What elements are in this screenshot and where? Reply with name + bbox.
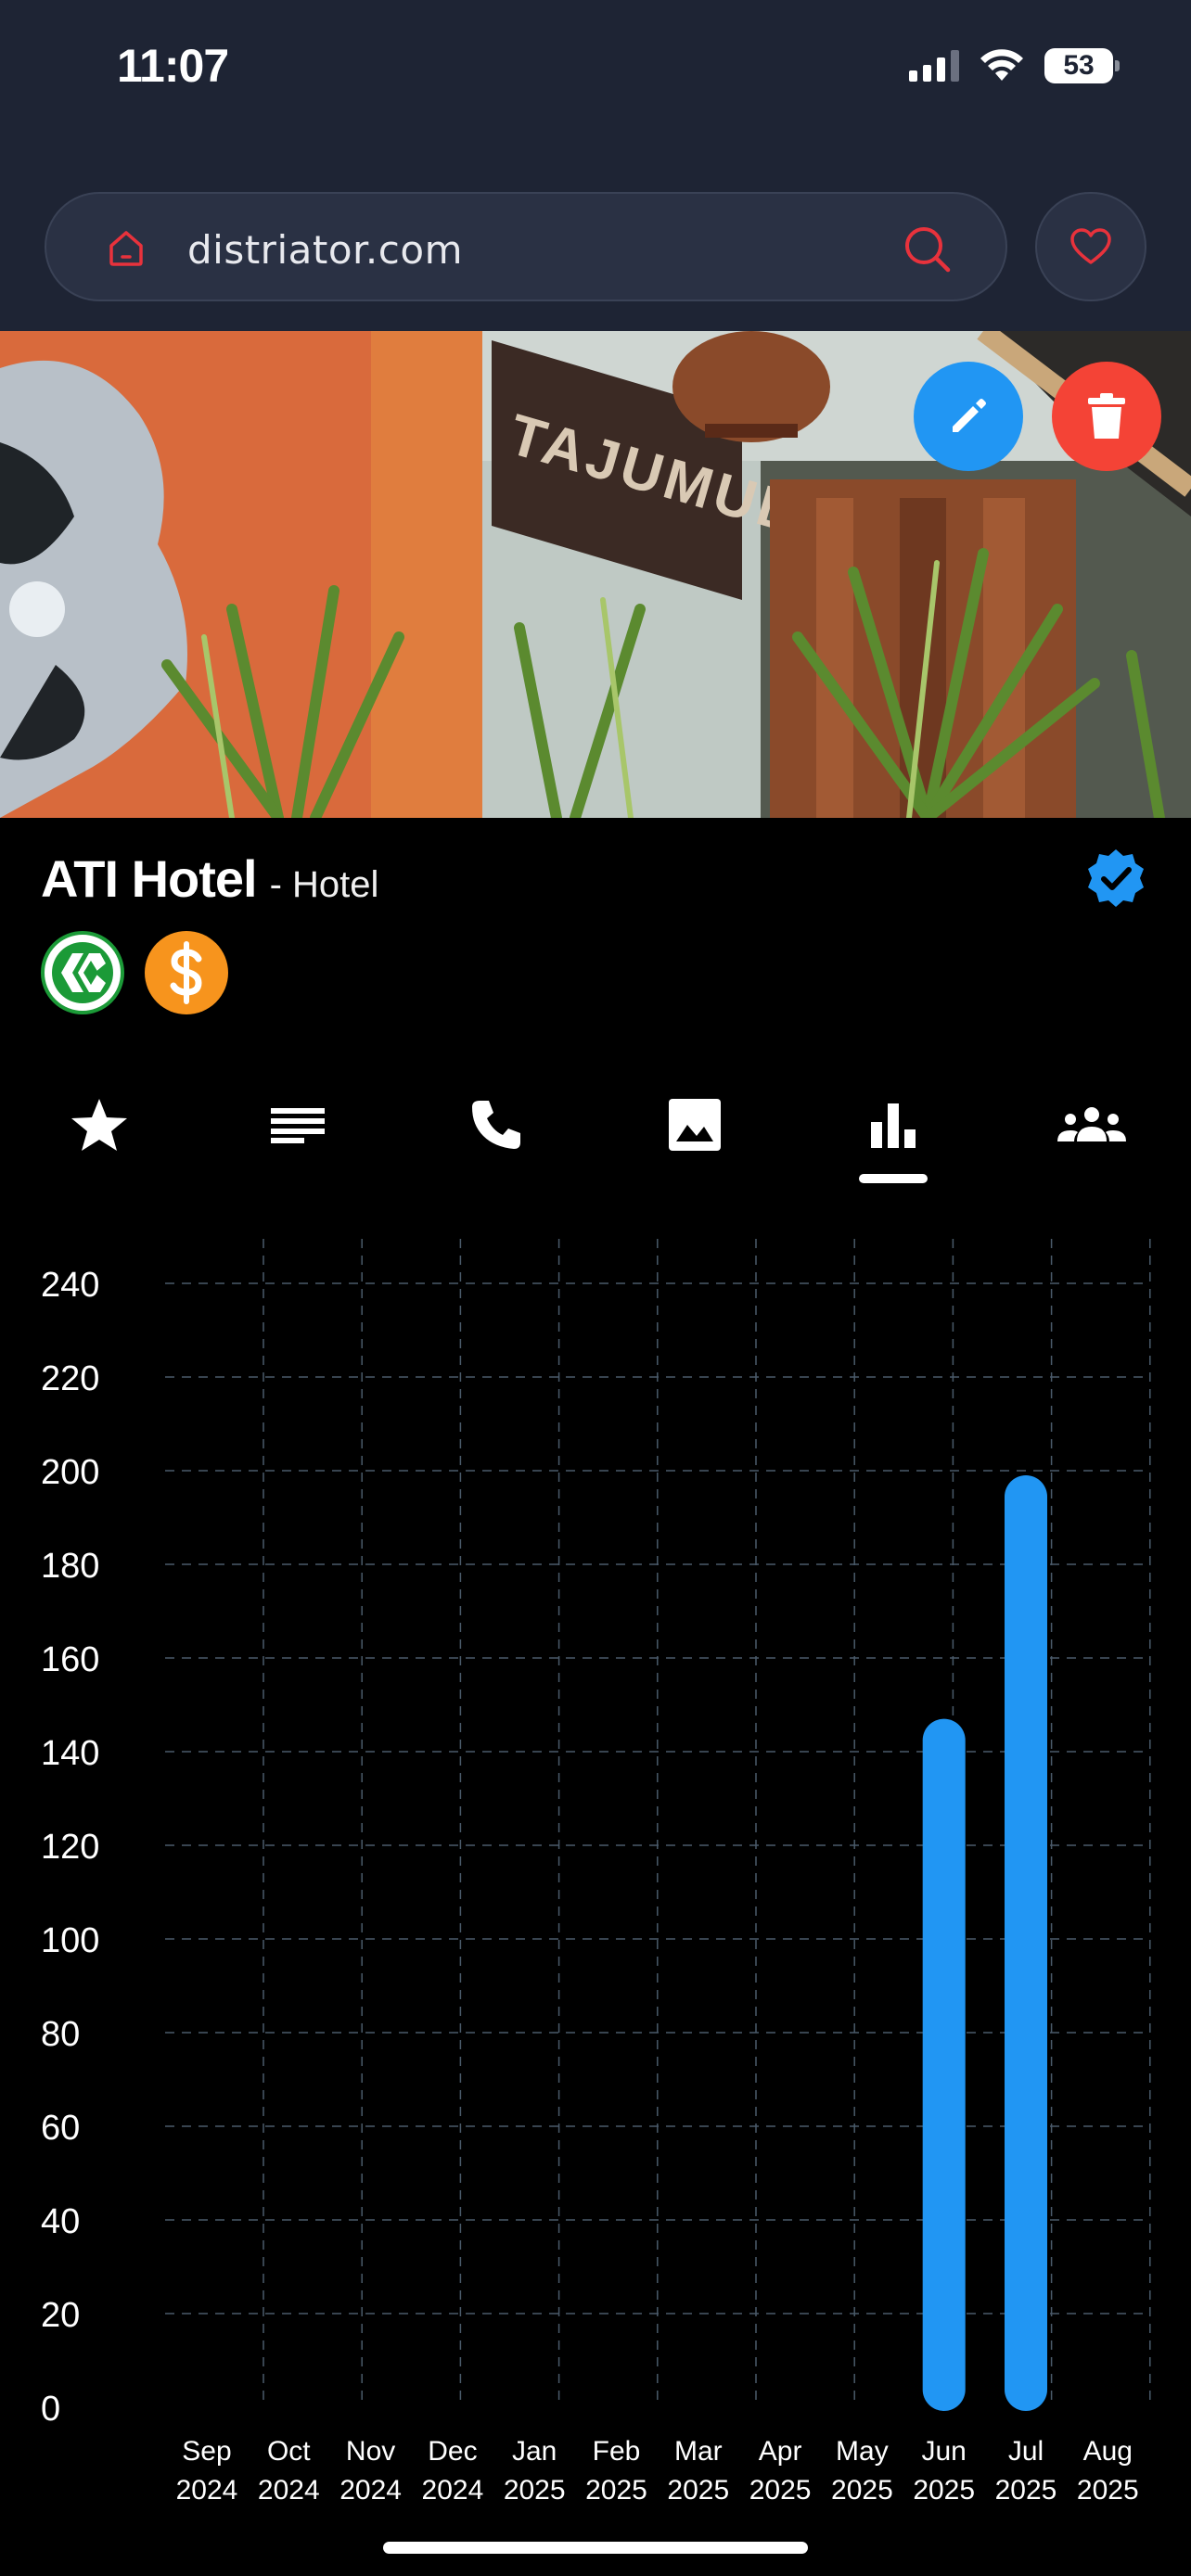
x-tick-month: Mar (674, 2436, 723, 2467)
x-tick-year: 2025 (749, 2475, 812, 2504)
x-tick-month: Jun (922, 2436, 967, 2467)
y-tick-label: 240 (41, 1266, 99, 1305)
visits-bar-chart: 0 20 40 60 80 100 120 140 160 180 200 220 240 Sep 2024… (41, 1239, 1151, 2504)
url-bar[interactable]: distriator.com (45, 192, 1007, 301)
browser-chrome: 11:07 53 distriator.com (0, 0, 1191, 331)
edit-button[interactable] (914, 362, 1023, 471)
x-tick-year: 2024 (339, 2475, 402, 2504)
home-indicator (383, 2542, 808, 2554)
heart-icon (1070, 228, 1111, 264)
y-tick-label: 140 (41, 1734, 99, 1773)
x-tick-year: 2025 (995, 2475, 1057, 2504)
cellular-signal-icon (909, 50, 959, 82)
x-tick-year: 2025 (504, 2475, 566, 2504)
tab-photos[interactable] (644, 1083, 746, 1167)
pencil-icon (953, 399, 986, 432)
tab-reviews[interactable] (48, 1083, 150, 1167)
y-tick-label: 220 (41, 1359, 99, 1398)
active-tab-indicator (859, 1174, 928, 1183)
detail-tabs (0, 1076, 1191, 1187)
x-tick-year: 2025 (913, 2475, 975, 2504)
x-tick-month: Sep (182, 2436, 231, 2467)
y-tick-label: 20 (41, 2296, 80, 2335)
image-icon (669, 1099, 721, 1151)
search-icon[interactable] (902, 223, 952, 274)
x-tick-year: 2025 (585, 2475, 647, 2504)
verified-badge-icon (1088, 849, 1144, 907)
battery-icon: 53 (1044, 48, 1120, 83)
bar-chart-icon (871, 1103, 916, 1148)
home-icon[interactable] (104, 225, 148, 270)
y-tick-label: 0 (41, 2390, 60, 2429)
x-tick-month: May (836, 2436, 889, 2467)
x-tick-month: Apr (759, 2436, 802, 2467)
y-tick-label: 60 (41, 2109, 80, 2148)
x-tick-month: Jul (1008, 2436, 1044, 2467)
y-tick-label: 200 (41, 1453, 99, 1492)
phone-icon (472, 1101, 520, 1149)
x-tick-year: 2024 (422, 2475, 484, 2504)
delete-button[interactable] (1052, 362, 1161, 471)
x-tick-year: 2024 (176, 2475, 238, 2504)
status-time: 11:07 (117, 40, 229, 92)
tab-members[interactable] (1041, 1083, 1143, 1167)
bar-jun-2025[interactable] (922, 1718, 966, 2411)
x-tick-year: 2025 (831, 2475, 893, 2504)
favorite-button[interactable] (1035, 192, 1146, 301)
token-badges (41, 931, 228, 1014)
x-tick-year: 2024 (258, 2475, 320, 2504)
x-tick-month: Dec (428, 2436, 477, 2467)
x-tick-month: Jan (512, 2436, 557, 2467)
hbd-dollar-icon (145, 931, 228, 1014)
y-tick-label: 40 (41, 2202, 80, 2241)
y-tick-label: 80 (41, 2015, 80, 2054)
y-tick-label: 180 (41, 1547, 99, 1586)
x-tick-month: Feb (593, 2436, 641, 2467)
tab-contact[interactable] (445, 1083, 547, 1167)
x-tick-month: Oct (267, 2436, 311, 2467)
x-tick-month: Nov (346, 2436, 395, 2467)
x-tick-year: 2025 (667, 2475, 729, 2504)
y-tick-label: 120 (41, 1828, 99, 1867)
y-tick-label: 100 (41, 1921, 99, 1960)
bar-jul-2025[interactable] (1005, 1475, 1047, 2411)
business-title: ATI Hotel - Hotel (41, 848, 378, 909)
url-text[interactable]: distriator.com (187, 227, 463, 273)
text-lines-icon (271, 1108, 325, 1143)
status-icons: 53 (909, 46, 1120, 85)
business-name: ATI Hotel (41, 849, 258, 908)
wifi-icon (980, 49, 1023, 81)
tab-description[interactable] (247, 1083, 349, 1167)
y-tick-label: 160 (41, 1640, 99, 1679)
business-type: - Hotel (269, 864, 379, 905)
hive-token-icon (41, 931, 124, 1014)
tab-stats[interactable] (842, 1083, 944, 1167)
trash-icon (1088, 393, 1125, 439)
x-tick-year: 2025 (1077, 2475, 1139, 2504)
x-tick-month: Aug (1083, 2436, 1133, 2467)
star-icon (71, 1099, 127, 1151)
group-icon (1057, 1107, 1126, 1141)
